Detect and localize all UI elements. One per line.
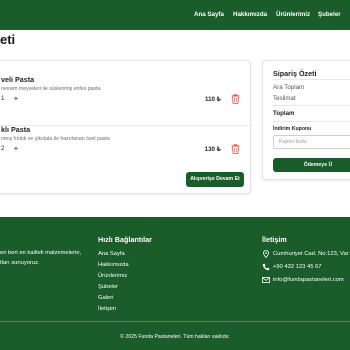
footer-link-products[interactable]: Ürünlerimiz	[98, 273, 127, 279]
site-footer: en beri en kaliteli malzemelerle, tları …	[0, 217, 350, 350]
cart-item: klı Pasta nmış fındık ve çikolata ile ha…	[0, 125, 252, 169]
nav-link-branches[interactable]: Şubeler	[318, 11, 341, 18]
summary-title: Sipariş Özeti	[273, 69, 317, 78]
item-name: klı Pasta	[1, 125, 31, 134]
envelope-icon	[262, 277, 270, 283]
increase-quantity-button[interactable]: +	[11, 144, 21, 154]
continue-shopping-button[interactable]: Alışverişe Devam Et	[186, 172, 244, 187]
increase-quantity-button[interactable]: +	[11, 94, 21, 104]
footer-link-about[interactable]: Hakkımızda	[98, 262, 129, 268]
footer-link-contact[interactable]: İletişim	[98, 306, 116, 312]
footer-about-text: en beri en kaliteli malzemelerle, tları …	[0, 249, 81, 268]
total-label: Toplam	[273, 110, 295, 117]
footer-link-gallery[interactable]: Galeri	[98, 295, 113, 301]
email-text[interactable]: info@fundapastaneleri.com	[273, 277, 344, 283]
quantity-value: 1	[1, 95, 5, 102]
quick-links-heading: Hızlı Bağlantılar	[98, 235, 152, 244]
footer-link-branches[interactable]: Şubeler	[98, 284, 118, 290]
item-description: nevsim meyveleri ile süslenmiş enfes pas…	[1, 86, 101, 92]
item-price: 130 ₺	[204, 146, 221, 153]
copyright-text: © 2025 Funda Pastaneleri. Tüm hakları sa…	[120, 334, 230, 340]
coupon-code-input[interactable]: Kupon kodu	[273, 135, 350, 149]
about-line: en beri en kaliteli malzemelerle,	[0, 250, 82, 256]
phone-text[interactable]: +90 432 123 45 67	[273, 264, 322, 270]
nav-link-about[interactable]: Hakkımızda	[233, 11, 267, 18]
divider	[273, 79, 350, 80]
map-pin-icon	[262, 250, 270, 258]
shipping-label: Teslimat	[273, 95, 296, 102]
cart-items-card: veli Pasta nevsim meyveleri ile süslenmi…	[0, 60, 252, 194]
checkout-button[interactable]: Ödemeye Ü	[273, 158, 350, 172]
trash-icon[interactable]	[231, 94, 240, 104]
nav-link-home[interactable]: Ana Sayfa	[194, 11, 224, 18]
about-line: tları sunuyoruz.	[0, 259, 40, 266]
page-title: eti	[0, 32, 16, 47]
nav-link-products[interactable]: Ürünlerimiz	[276, 11, 310, 18]
footer-link-home[interactable]: Ana Sayfa	[98, 251, 125, 257]
item-price: 110 ₺	[204, 96, 221, 103]
item-name: veli Pasta	[1, 75, 35, 84]
divider	[273, 105, 350, 106]
trash-icon[interactable]	[231, 144, 240, 154]
footer-divider	[0, 321, 350, 322]
address-text: Cumhuriyet Cad. No:123, Var	[273, 250, 349, 257]
top-navbar: Ana Sayfa Hakkımızda Ürünlerimiz Şubeler	[0, 0, 350, 30]
coupon-label: İndirim Kuponu	[273, 126, 312, 132]
item-description: nmış fındık ve çikolata ile hazırlanan ö…	[1, 136, 110, 142]
subtotal-label: Ara Toplam	[273, 84, 305, 91]
cart-item: veli Pasta nevsim meyveleri ile süslenmi…	[0, 75, 252, 126]
phone-icon	[262, 263, 270, 271]
order-summary-card: Sipariş Özeti Ara Toplam Teslimat Toplam…	[262, 60, 350, 180]
contact-heading: İletişim	[262, 235, 287, 244]
divider	[273, 121, 350, 122]
quantity-value: 2	[1, 145, 5, 152]
